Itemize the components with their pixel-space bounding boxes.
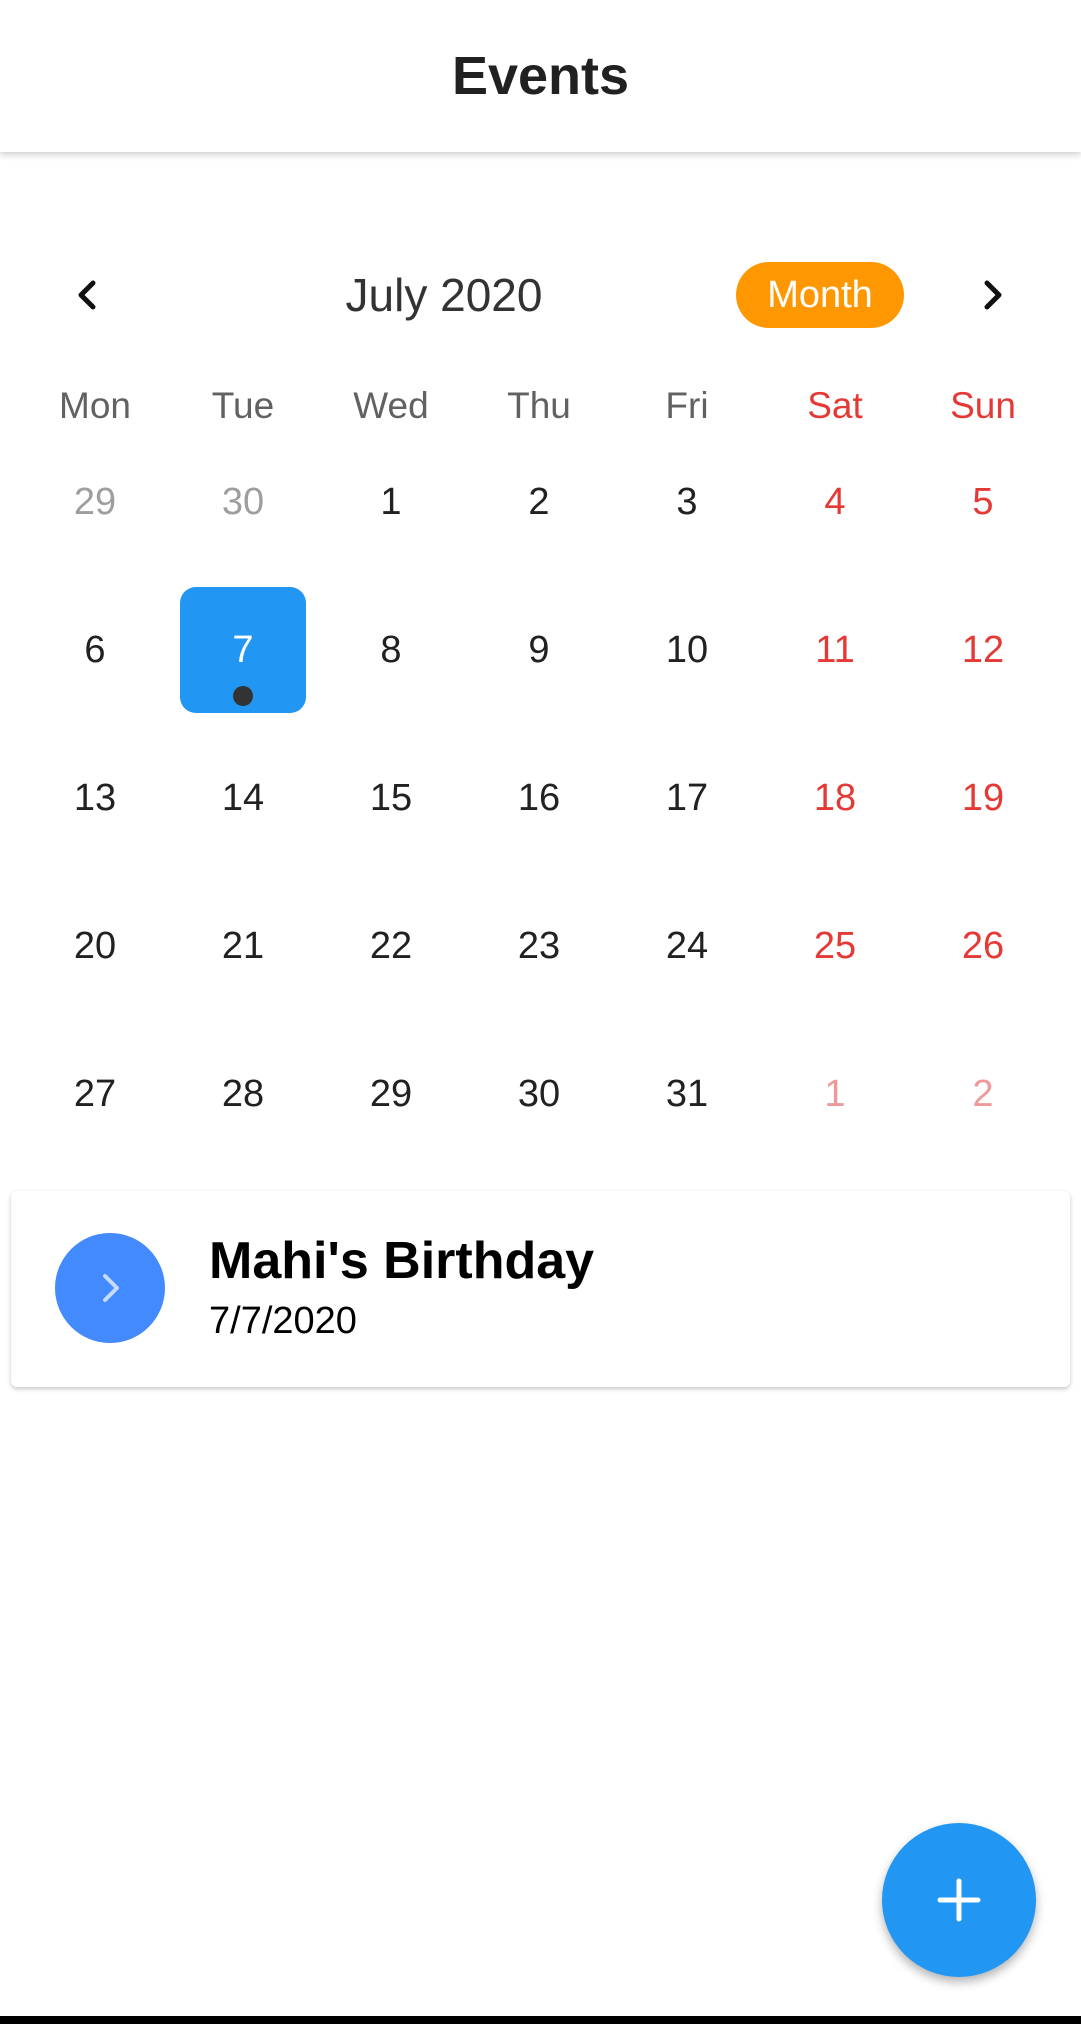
day-number: 1 <box>824 1072 846 1115</box>
day-number: 22 <box>369 924 413 967</box>
day-number: 30 <box>221 480 265 523</box>
calendar-day[interactable]: 28 <box>169 1020 317 1168</box>
calendar-day[interactable]: 31 <box>613 1020 761 1168</box>
calendar-day[interactable]: 26 <box>909 872 1057 1020</box>
day-number: 17 <box>665 776 709 819</box>
calendar-day[interactable]: 29 <box>21 428 169 576</box>
day-number: 11 <box>815 628 855 671</box>
month-title: July 2020 <box>345 269 543 321</box>
day-number: 2 <box>972 1072 994 1115</box>
calendar-day[interactable]: 12 <box>909 576 1057 724</box>
chevron-left-icon <box>78 280 96 310</box>
calendar-day[interactable]: 30 <box>465 1020 613 1168</box>
plus-icon <box>937 1878 981 1922</box>
calendar-day[interactable]: 1 <box>317 428 465 576</box>
day-number: 4 <box>824 480 846 523</box>
day-number: 24 <box>665 924 709 967</box>
calendar-day[interactable]: 14 <box>169 724 317 872</box>
calendar-header: July 2020 Month <box>0 255 1081 335</box>
day-number: 1 <box>380 480 402 523</box>
event-date: 7/7/2020 <box>209 1300 357 1342</box>
calendar-day[interactable]: 29 <box>317 1020 465 1168</box>
page-title: Events <box>451 46 630 106</box>
day-number: 31 <box>665 1072 709 1115</box>
calendar-day[interactable]: 17 <box>613 724 761 872</box>
calendar-day[interactable]: 11 <box>761 576 909 724</box>
calendar-day[interactable]: 2 <box>465 428 613 576</box>
day-number: 29 <box>369 1072 413 1115</box>
day-number: 30 <box>517 1072 561 1115</box>
day-number: 3 <box>676 480 698 523</box>
day-number: 27 <box>73 1072 117 1115</box>
calendar-day[interactable]: 30 <box>169 428 317 576</box>
day-number: 6 <box>84 628 106 671</box>
calendar-week: 20 21 22 23 24 25 26 <box>21 872 1057 1020</box>
calendar-day[interactable]: 21 <box>169 872 317 1020</box>
calendar-day[interactable]: 27 <box>21 1020 169 1168</box>
day-number: 19 <box>961 776 1005 819</box>
day-number: 21 <box>221 924 265 967</box>
calendar-day[interactable]: 6 <box>21 576 169 724</box>
calendar-day[interactable]: 19 <box>909 724 1057 872</box>
calendar-day[interactable]: 20 <box>21 872 169 1020</box>
day-number: 29 <box>73 480 117 523</box>
day-number: 2 <box>528 480 550 523</box>
event-marker-dot <box>233 686 253 706</box>
day-number: 14 <box>221 776 265 819</box>
app-bar: Events <box>0 0 1081 152</box>
day-number: 20 <box>73 924 117 967</box>
event-card[interactable]: Mahi's Birthday 7/7/2020 <box>11 1191 1070 1387</box>
calendar-day[interactable]: 22 <box>317 872 465 1020</box>
day-number: 16 <box>517 776 561 819</box>
calendar-day[interactable]: 8 <box>317 576 465 724</box>
day-number: 25 <box>813 924 857 967</box>
format-toggle-button[interactable]: Month <box>736 262 904 328</box>
day-number: 15 <box>369 776 413 819</box>
day-number: 23 <box>517 924 561 967</box>
calendar-day[interactable]: 25 <box>761 872 909 1020</box>
day-number: 7 <box>232 628 254 671</box>
calendar-day[interactable]: 18 <box>761 724 909 872</box>
calendar-week: 13 14 15 16 17 18 19 <box>21 724 1057 872</box>
chevron-right-icon <box>103 1274 119 1302</box>
calendar-day[interactable]: 2 <box>909 1020 1057 1168</box>
day-number: 8 <box>380 628 402 671</box>
event-title: Mahi's Birthday <box>209 1232 595 1290</box>
calendar-day-selected[interactable]: 7 <box>169 576 317 724</box>
day-number: 26 <box>961 924 1005 967</box>
calendar-day[interactable]: 13 <box>21 724 169 872</box>
calendar-day[interactable]: 3 <box>613 428 761 576</box>
calendar-day[interactable]: 9 <box>465 576 613 724</box>
next-month-button[interactable] <box>952 255 1032 335</box>
day-number: 5 <box>972 480 994 523</box>
calendar-day[interactable]: 15 <box>317 724 465 872</box>
add-event-button[interactable] <box>882 1823 1036 1977</box>
day-number: 12 <box>961 628 1005 671</box>
calendar-day[interactable]: 1 <box>761 1020 909 1168</box>
calendar-day[interactable]: 4 <box>761 428 909 576</box>
calendar-day[interactable]: 5 <box>909 428 1057 576</box>
calendar-grid: 29 30 1 2 3 4 5 6 7 8 9 10 11 12 13 14 1… <box>21 428 1057 1168</box>
day-number: 28 <box>221 1072 265 1115</box>
day-number: 9 <box>528 628 550 671</box>
bottom-edge <box>0 2016 1081 2024</box>
chevron-right-icon <box>984 280 1002 310</box>
prev-month-button[interactable] <box>48 255 128 335</box>
calendar-day[interactable]: 16 <box>465 724 613 872</box>
calendar-day[interactable]: 23 <box>465 872 613 1020</box>
calendar-day[interactable]: 10 <box>613 576 761 724</box>
calendar-week: 27 28 29 30 31 1 2 <box>21 1020 1057 1168</box>
day-number: 10 <box>665 628 709 671</box>
calendar-week: 6 7 8 9 10 11 12 <box>21 576 1057 724</box>
calendar-week: 29 30 1 2 3 4 5 <box>21 428 1057 576</box>
day-number: 18 <box>813 776 857 819</box>
event-open-button[interactable] <box>55 1233 165 1343</box>
day-number: 13 <box>73 776 117 819</box>
calendar-day[interactable]: 24 <box>613 872 761 1020</box>
